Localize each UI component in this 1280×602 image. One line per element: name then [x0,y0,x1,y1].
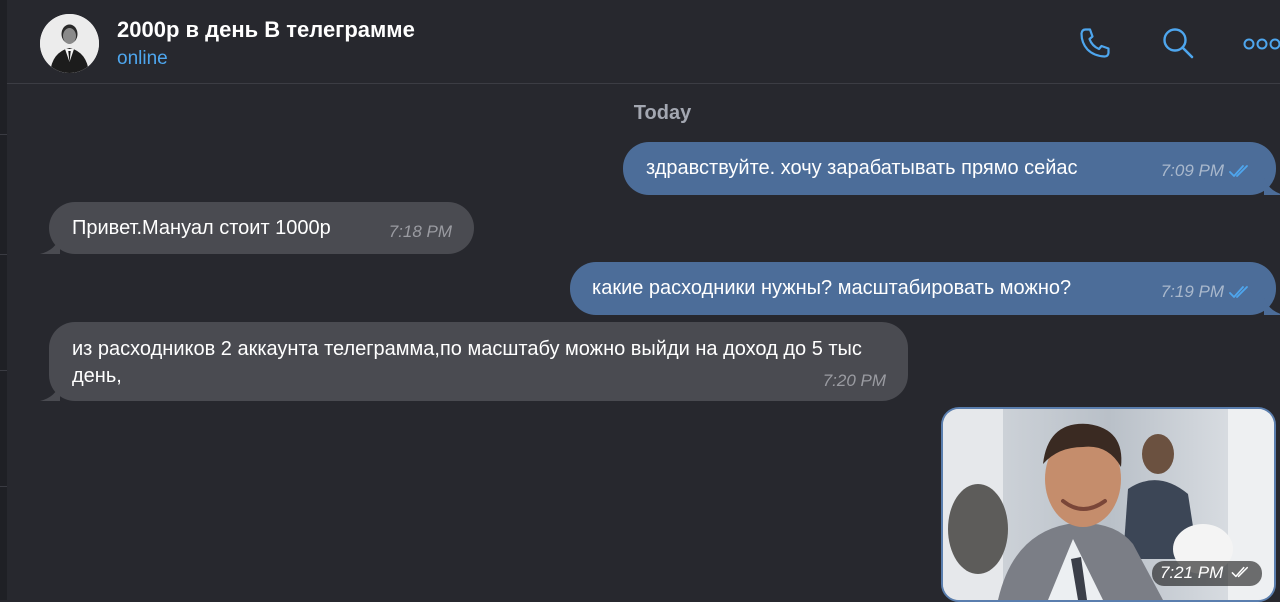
message-time: 7:21 PM [1151,561,1262,586]
message-text: какие расходники нужны? масштабировать м… [592,277,1072,299]
message-text: из расходников 2 аккаунта телеграмма,по … [72,338,862,387]
message-bubble-outgoing[interactable]: какие расходники нужны? масштабировать м… [570,262,1280,315]
message-bubble-incoming[interactable]: из расходников 2 аккаунта телеграмма,по … [40,322,908,401]
divider [0,134,7,135]
message-list[interactable]: Today здравствуйте. хочу зарабатывать пр… [7,85,1280,602]
bubble-tail [40,383,60,401]
message-time: 7:18 PM [388,222,452,241]
read-check-icon [1228,160,1254,187]
bubble-tail [1264,177,1280,195]
message-bubble-incoming[interactable]: Привет.Мануал стоит 1000р 7:18 PM [40,202,474,254]
message-text: Привет.Мануал стоит 1000р [72,217,331,239]
chat-header: 2000р в день В телеграмме online [7,0,1280,84]
media-time-text: 7:21 PM [1159,563,1224,583]
message-time: 7:20 PM [822,371,886,390]
chat-status: online [117,48,168,69]
message-time: 7:19 PM [1160,282,1224,301]
more-icon[interactable] [1243,25,1280,61]
phone-icon[interactable] [1077,25,1113,61]
divider [0,254,7,255]
search-icon[interactable] [1160,25,1196,61]
left-panel-edge [0,0,7,600]
divider [0,486,7,487]
media-message-gif[interactable]: 7:21 PM [941,407,1276,602]
bubble-tail [1264,297,1280,315]
message-bubble-outgoing[interactable]: здравствуйте. хочу зарабатывать прямо се… [623,142,1280,195]
avatar[interactable] [40,14,99,73]
avatar-image [40,14,99,73]
bubble-tail [40,236,60,254]
read-check-icon [1228,281,1254,308]
message-time: 7:09 PM [1160,161,1224,180]
chat-title: 2000р в день В телеграмме [117,17,415,42]
date-divider: Today [633,102,692,124]
divider [0,370,7,371]
read-check-icon [1230,564,1254,584]
message-text: здравствуйте. хочу зарабатывать прямо се… [646,157,1078,179]
